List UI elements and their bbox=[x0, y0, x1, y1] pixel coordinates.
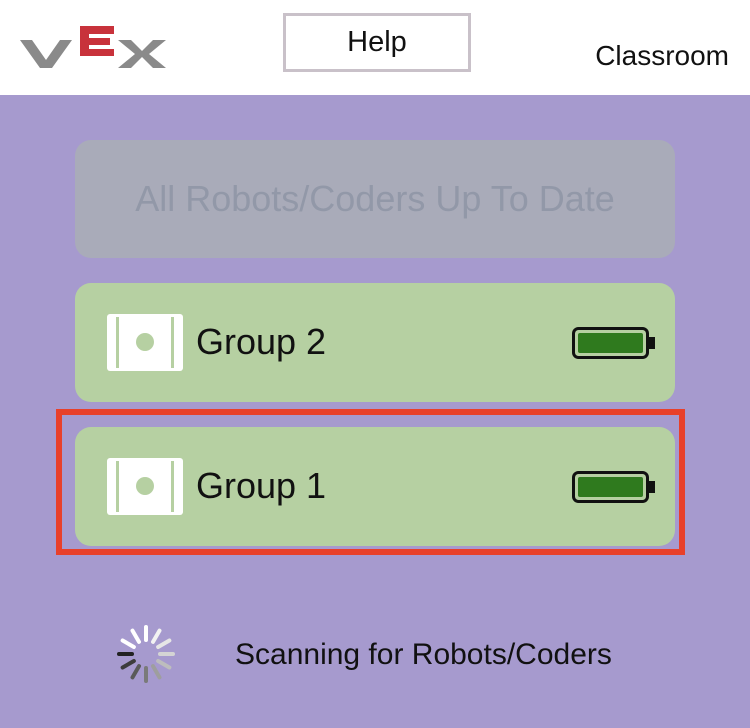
update-all-button[interactable]: All Robots/Coders Up To Date bbox=[75, 140, 675, 258]
classroom-link[interactable]: Classroom bbox=[595, 40, 729, 72]
battery-full-icon bbox=[572, 327, 655, 359]
group-label: Group 2 bbox=[196, 321, 327, 362]
help-button-label: Help bbox=[347, 26, 407, 58]
selection-highlight bbox=[56, 409, 685, 555]
main-panel: All Robots/Coders Up To Date Group 2 Gro… bbox=[0, 95, 750, 728]
update-all-label: All Robots/Coders Up To Date bbox=[135, 178, 615, 219]
robot-brain-icon bbox=[107, 314, 183, 371]
group-row-2[interactable]: Group 2 bbox=[75, 283, 675, 402]
help-button[interactable]: Help bbox=[283, 13, 471, 72]
app-header: Help Classroom bbox=[0, 0, 750, 95]
scan-status-text: Scanning for Robots/Coders bbox=[235, 638, 612, 671]
vex-logo-icon bbox=[20, 26, 166, 68]
loading-spinner-icon bbox=[117, 625, 175, 683]
